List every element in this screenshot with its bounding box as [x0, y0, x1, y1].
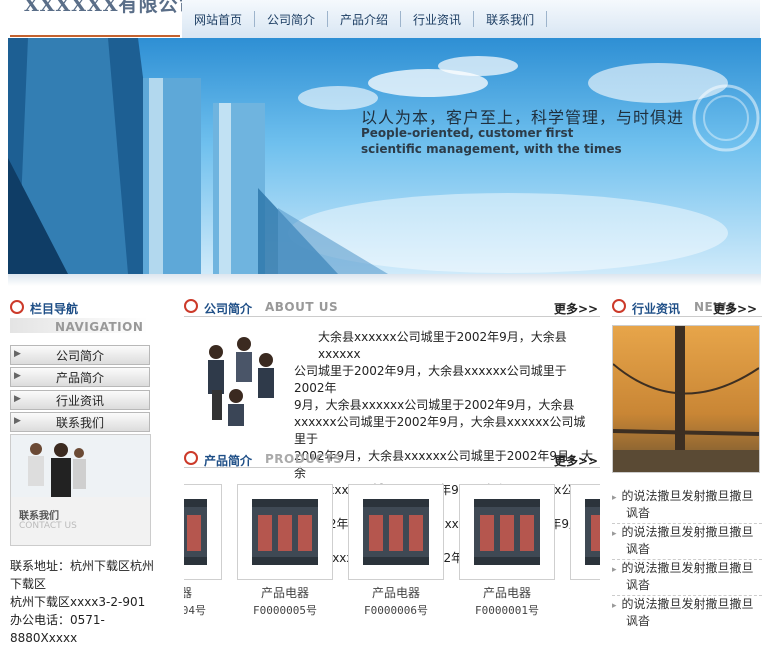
sidebar-item-news[interactable]: ▶ 行业资讯 [10, 390, 150, 410]
nav-products[interactable]: 产品介绍 [328, 11, 400, 28]
bridge-image [613, 326, 759, 472]
news-title: 行业资讯 [632, 302, 681, 316]
sidebar-item-label: 联系我们 [55, 416, 104, 430]
about-text-line: 公司城里于2002年9月，大余县xxxxxx公司城里于2002年 [294, 364, 567, 395]
nav-contact[interactable]: 联系我们 [474, 11, 546, 28]
product-card[interactable] [348, 484, 444, 580]
sidebar-item-label: 行业资讯 [55, 394, 104, 408]
nav-home[interactable]: 网站首页 [182, 11, 254, 28]
about-title-en: ABOUT US [265, 300, 339, 314]
news-item-cont[interactable]: 讽沓 [612, 577, 768, 594]
contact-address-cont: 下载区 [10, 577, 47, 591]
contact-people-image [11, 435, 150, 497]
section-icon [184, 299, 198, 313]
bullet-icon: ▸ [612, 601, 617, 611]
nav-news[interactable]: 行业资讯 [401, 11, 473, 28]
product-card[interactable] [237, 484, 333, 580]
about-title: 公司简介 [204, 302, 253, 316]
sidebar-item-contact[interactable]: ▶ 联系我们 [10, 412, 150, 432]
section-divider [184, 467, 600, 468]
news-item-text: 的说法撒旦发射撒旦撒旦 [621, 489, 754, 503]
product-code: F0000005号 [253, 604, 317, 617]
about-text-line: xxxxxx公司城里于2002年9月，大余县xxxxxx公司城里于 [294, 415, 586, 446]
sidebar-title: 栏目导航 [30, 302, 79, 316]
product-image [474, 499, 540, 565]
product-name[interactable]: 产品电器 [348, 584, 444, 601]
product-image [363, 499, 429, 565]
contact-banner[interactable]: 联系我们 CONTACT US [10, 434, 151, 546]
news-more-link[interactable]: 更多>> [713, 300, 757, 317]
product-card[interactable] [184, 484, 222, 580]
news-item-text: 的说法撒旦发射撒旦撒旦 [621, 525, 754, 539]
nav-about[interactable]: 公司简介 [255, 11, 327, 28]
bullet-icon: ▸ [612, 529, 617, 539]
contact-banner-en: CONTACT US [19, 521, 77, 531]
sidebar-item-label: 产品简介 [55, 371, 104, 385]
sidebar-item-products[interactable]: ▶ 产品简介 [10, 367, 150, 387]
section-icon [10, 300, 24, 314]
sidebar-item-label: 公司简介 [55, 349, 104, 363]
sidebar-title-en: NAVIGATION [55, 320, 144, 334]
sidebar-item-about[interactable]: ▶ 公司简介 [10, 345, 150, 365]
product-code: F0000001号 [475, 604, 539, 617]
section-icon [612, 299, 626, 313]
about-team-image [208, 337, 274, 426]
product-image [585, 499, 600, 565]
news-item-text: 的说法撒旦发射撒旦撒旦 [621, 597, 754, 611]
logo-underline [10, 35, 180, 37]
contact-banner-cn: 联系我们 [19, 511, 59, 522]
news-image[interactable] [612, 325, 760, 473]
news-item-cont[interactable]: 讽沓 [612, 505, 768, 522]
contact-address: 联系地址：杭州下载区杭州 [10, 559, 155, 573]
about-text-line: 大余县xxxxxx公司城里于2002年9月，大余县xxxxxx [318, 330, 567, 361]
product-name[interactable]: 品电器 [184, 584, 222, 601]
news-item-text: 的说法撒旦发射撒旦撒旦 [621, 561, 754, 575]
header: XXXXXX有限公司 网站首页 公司简介 产品介绍 行业资讯 联系我们 [0, 0, 768, 40]
section-divider [184, 316, 600, 317]
product-image [184, 499, 207, 565]
contact-info: 联系地址：杭州下载区杭州 下载区 杭州下载区xxxx3-2-901 办公电话：0… [10, 557, 170, 647]
main-nav: 网站首页 公司简介 产品介绍 行业资讯 联系我们 [182, 0, 760, 40]
hero-banner: 以人为本，客户至上，科学管理，与时俱进 People-oriented, cus… [8, 38, 761, 274]
banner-slogan-cn: 以人为本，客户至上，科学管理，与时俱进 [361, 108, 685, 127]
product-code: F0000004号 [184, 604, 206, 617]
section-icon [184, 451, 198, 465]
nav-separator [546, 11, 548, 27]
about-text-line: 9月，大余县xxxxxx公司城里于2002年9月，大余县 [294, 398, 575, 412]
news-item-cont[interactable]: 讽沓 [612, 613, 768, 630]
banner-illustration [8, 38, 760, 274]
contact-address-detail: 杭州下载区xxxx3-2-901 [10, 595, 146, 609]
product-name[interactable]: 产品电器 [459, 584, 555, 601]
product-name[interactable]: 产品电器 [237, 584, 333, 601]
product-card[interactable] [570, 484, 600, 580]
banner-slogan-en-1: People-oriented, customer first [361, 126, 574, 140]
news-item-cont[interactable]: 讽沓 [612, 541, 768, 558]
products-title-en: PRODUCTS [265, 452, 343, 466]
product-scroller: 品电器 F0000004号 产品电器 F0000005号 产品电器 F00000… [184, 480, 600, 621]
contact-phone: 办公电话：0571-8880Xxxxx [10, 613, 105, 645]
section-divider [612, 316, 762, 317]
about-more-link[interactable]: 更多>> [554, 300, 598, 317]
bullet-icon: ▸ [612, 565, 617, 575]
site-logo[interactable]: XXXXXX有限公司 [24, 0, 198, 17]
product-image [252, 499, 318, 565]
bullet-icon: ▸ [612, 493, 617, 503]
banner-slogan-en-2: scientific management, with the times [361, 142, 622, 156]
banner-shadow [8, 274, 761, 286]
product-code: F0000006号 [364, 604, 428, 617]
product-card[interactable] [459, 484, 555, 580]
